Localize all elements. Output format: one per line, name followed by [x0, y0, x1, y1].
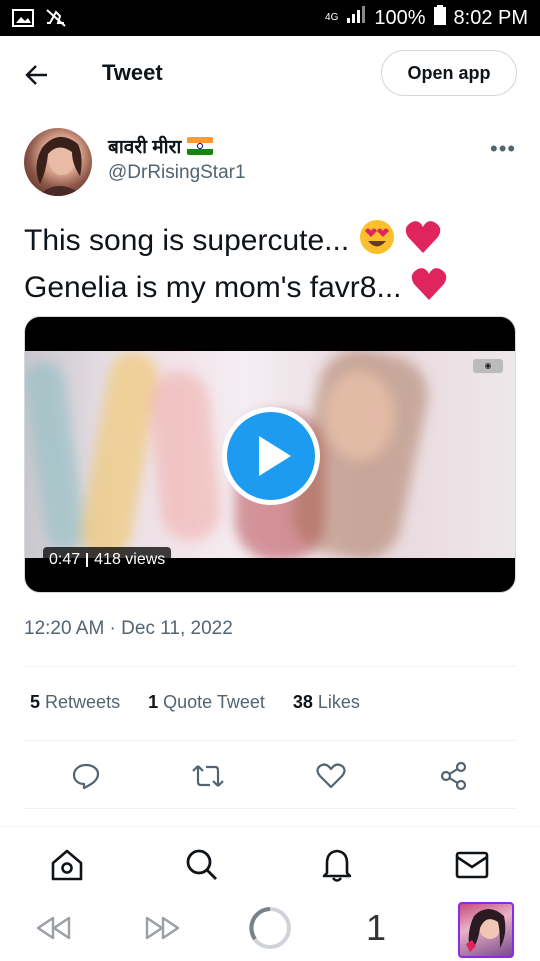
quotes-label: Quote Tweet: [163, 692, 265, 712]
avatar-image: [36, 136, 84, 196]
video-views: 418 views: [94, 551, 166, 568]
quotes-count: 1: [148, 692, 159, 712]
channel-watermark: ◉: [473, 359, 503, 373]
battery-percent: 100%: [374, 6, 426, 29]
bottom-navigation: [0, 826, 540, 898]
likes-stat[interactable]: 38 Likes: [293, 692, 360, 713]
nav-home[interactable]: [47, 845, 87, 885]
author-display-name-row[interactable]: बावरी मीरा: [108, 133, 214, 159]
back-button[interactable]: [22, 60, 52, 90]
play-button[interactable]: [222, 407, 320, 505]
nav-messages[interactable]: [452, 845, 492, 885]
loading-spinner-icon: [249, 907, 291, 949]
reply-button[interactable]: [68, 758, 104, 794]
tweet-text: This song is supercute... Genelia is my …: [24, 218, 524, 312]
home-icon: [51, 849, 83, 881]
heart-eyes-emoji-icon: [358, 218, 396, 266]
profile-thumbnail[interactable]: [458, 902, 514, 958]
mute-icon: [44, 8, 68, 33]
status-bar: 4G 100% 8:02 PM: [0, 0, 540, 36]
author-display-name[interactable]: बावरी मीरा: [108, 133, 181, 159]
divider: [24, 808, 516, 809]
likes-count: 38: [292, 692, 313, 712]
divider: [24, 666, 516, 667]
tweet-line-1: This song is supercute...: [24, 223, 350, 257]
browser-reload-button[interactable]: [246, 906, 294, 950]
gallery-icon: [12, 8, 34, 33]
retweets-label: Retweets: [45, 692, 121, 712]
divider: [86, 553, 89, 567]
video-info-badge: 0:47 418 views: [43, 547, 172, 573]
page-title: Tweet: [102, 60, 163, 85]
retweet-button[interactable]: [190, 758, 226, 794]
profile-picture: [466, 909, 506, 952]
quotes-stat[interactable]: 1 Quote Tweet: [148, 692, 265, 713]
rewind-icon: [36, 916, 71, 940]
network-type: 4G: [325, 12, 339, 23]
nav-explore[interactable]: [182, 845, 222, 885]
search-icon: [186, 849, 217, 880]
engagement-stats: 5 Retweets 1 Quote Tweet 38 Likes: [30, 692, 360, 713]
top-bar: Tweet Open app: [0, 36, 540, 112]
back-arrow-icon: [25, 65, 47, 85]
fast-forward-icon: [145, 916, 180, 940]
red-heart-emoji-icon: [404, 219, 442, 265]
play-icon: [259, 436, 291, 476]
battery-icon: [433, 5, 446, 31]
browser-toolbar: 1: [0, 898, 540, 960]
like-button[interactable]: [313, 758, 349, 794]
divider: [24, 740, 516, 741]
author-handle[interactable]: @DrRisingStar1: [108, 162, 246, 184]
tweet-actions: [24, 758, 516, 794]
tweet-line-2: Genelia is my mom's favr8...: [24, 270, 402, 304]
retweets-stat[interactable]: 5 Retweets: [30, 692, 120, 713]
more-options-icon[interactable]: •••: [490, 136, 516, 162]
browser-forward-button[interactable]: [140, 906, 184, 950]
video-player[interactable]: ◉ 0:47 418 views: [24, 316, 516, 593]
open-app-button[interactable]: Open app: [381, 50, 517, 96]
bell-icon: [322, 849, 352, 882]
signal-icon: [346, 6, 366, 30]
browser-back-button[interactable]: [32, 906, 76, 950]
retweet-icon: [192, 765, 224, 787]
video-duration: 0:47: [49, 551, 81, 568]
tweet-timestamp[interactable]: 12:20 AM · Dec 11, 2022: [24, 618, 233, 640]
clock: 8:02 PM: [453, 6, 528, 29]
tab-count[interactable]: 1: [356, 906, 396, 950]
likes-label: Likes: [317, 692, 360, 712]
retweets-count: 5: [30, 692, 41, 712]
red-heart-emoji-icon: [410, 266, 448, 312]
share-icon: [440, 761, 467, 791]
heart-icon: [316, 763, 346, 789]
reply-icon: [72, 763, 100, 790]
share-button[interactable]: [436, 758, 472, 794]
avatar[interactable]: [24, 128, 92, 196]
nav-notifications[interactable]: [317, 845, 357, 885]
mail-icon: [455, 851, 489, 879]
india-flag-icon: [187, 137, 214, 155]
